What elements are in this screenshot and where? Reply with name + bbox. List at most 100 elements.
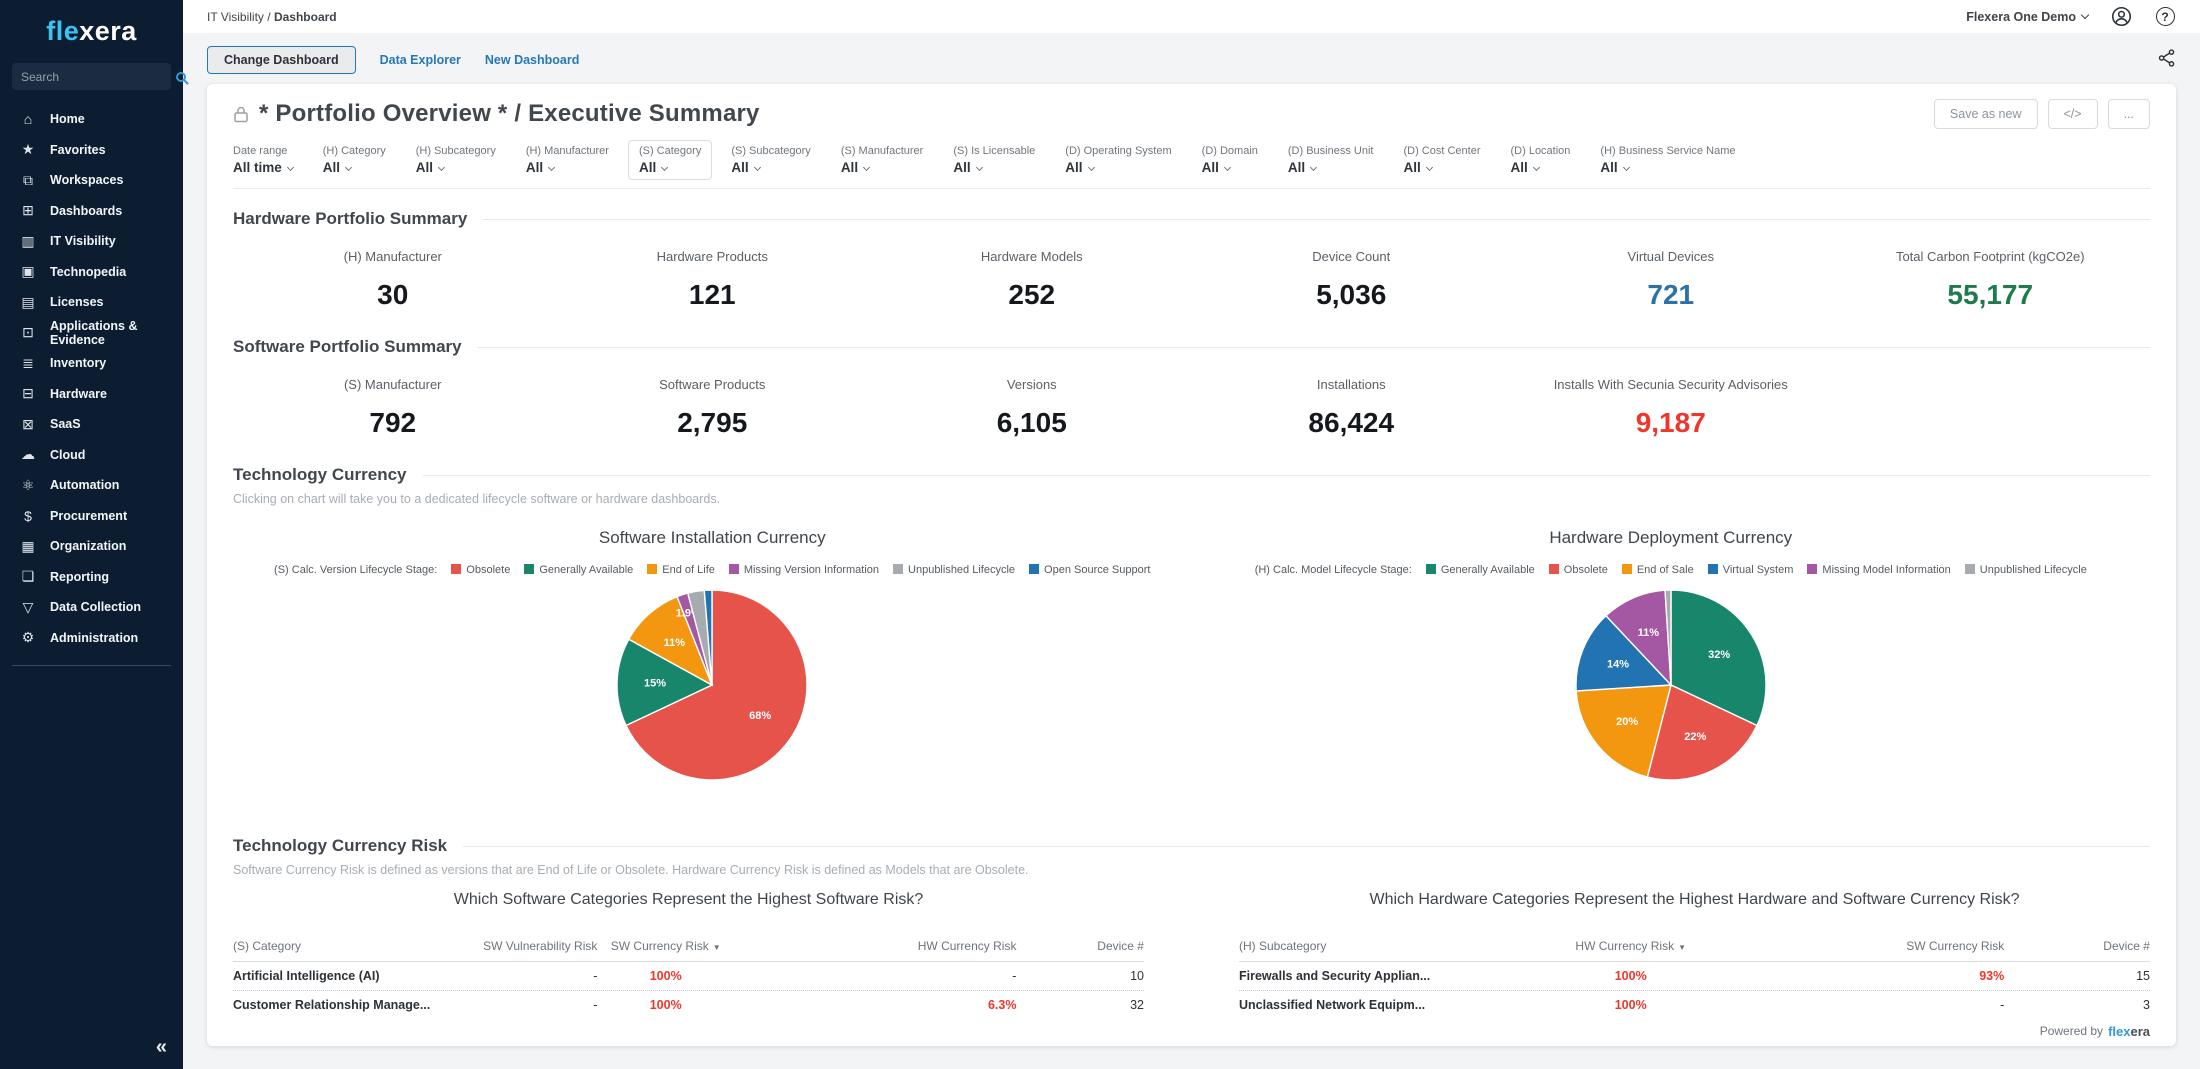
reporting-icon: ❏ bbox=[19, 568, 37, 585]
filter-date-range[interactable]: Date rangeAll time bbox=[233, 145, 293, 175]
filter-s-category[interactable]: (S) CategoryAll bbox=[628, 140, 712, 180]
stat-value: 86,424 bbox=[1192, 407, 1512, 439]
powered-by-flexera-logo: flexera bbox=[2108, 1024, 2150, 1039]
more-options-button[interactable]: ... bbox=[2108, 99, 2150, 129]
flexera-logo[interactable]: flexera bbox=[0, 0, 183, 59]
sidebar-item-label: Data Collection bbox=[50, 600, 141, 614]
organization-icon: ▦ bbox=[19, 538, 37, 555]
sidebar-item-licenses[interactable]: ▤Licenses bbox=[0, 287, 183, 318]
sidebar-item-label: Automation bbox=[50, 478, 119, 492]
column-header-s-category[interactable]: (S) Category bbox=[233, 939, 470, 953]
save-as-new-button[interactable]: Save as new bbox=[1934, 99, 2038, 129]
filter-d-operating-system[interactable]: (D) Operating SystemAll bbox=[1065, 145, 1171, 175]
sidebar-item-favorites[interactable]: ★Favorites bbox=[0, 135, 183, 166]
sidebar-item-dashboards[interactable]: ⊞Dashboards bbox=[0, 196, 183, 227]
breadcrumb-section[interactable]: IT Visibility bbox=[207, 10, 264, 24]
table-row[interactable]: Firewalls and Security Applian...100%93%… bbox=[1239, 962, 2150, 991]
legend-swatch bbox=[451, 564, 461, 574]
help-icon[interactable]: ? bbox=[2154, 6, 2176, 28]
sidebar-item-workspaces[interactable]: ⧉Workspaces bbox=[0, 165, 183, 196]
filter-h-manufacturer[interactable]: (H) ManufacturerAll bbox=[526, 145, 609, 175]
column-header-h-subcategory[interactable]: (H) Subcategory bbox=[1239, 939, 1503, 953]
data-explorer-link[interactable]: Data Explorer bbox=[380, 53, 461, 67]
chevron-down-icon bbox=[863, 164, 870, 171]
change-dashboard-button[interactable]: Change Dashboard bbox=[207, 46, 356, 74]
table-row[interactable]: Artificial Intelligence (AI)-100%-10 bbox=[233, 962, 1144, 991]
legend-item-obsolete: Obsolete bbox=[451, 564, 510, 576]
filter-d-cost-center[interactable]: (D) Cost CenterAll bbox=[1403, 145, 1480, 175]
sidebar-item-data-collection[interactable]: ▽Data Collection bbox=[0, 592, 183, 623]
automation-icon: ⚛ bbox=[19, 477, 37, 494]
filter-s-manufacturer[interactable]: (S) ManufacturerAll bbox=[841, 145, 924, 175]
sidebar-item-cloud[interactable]: ☁Cloud bbox=[0, 440, 183, 471]
sidebar-item-administration[interactable]: ⚙Administration bbox=[0, 623, 183, 654]
filter-d-business-unit[interactable]: (D) Business UnitAll bbox=[1288, 145, 1374, 175]
sidebar-item-it-visibility[interactable]: ▥IT Visibility bbox=[0, 226, 183, 257]
stat-value: 5,036 bbox=[1192, 279, 1512, 311]
column-header-sw-currency-risk[interactable]: SW Currency Risk bbox=[1758, 939, 2004, 953]
legend-item-generally-available: Generally Available bbox=[1426, 564, 1535, 576]
pie-slice-label: 14% bbox=[1607, 659, 1629, 671]
software-installation-currency-pie[interactable]: 68%15%11%1.9% bbox=[606, 582, 818, 788]
chart-title: Hardware Deployment Currency bbox=[1192, 528, 2151, 548]
stat-value: 121 bbox=[553, 279, 873, 311]
filter-s-subcategory[interactable]: (S) SubcategoryAll bbox=[731, 145, 810, 175]
row-value: - bbox=[470, 998, 598, 1012]
pie-slice-label: 15% bbox=[644, 678, 666, 690]
applications-icon: ⊡ bbox=[19, 324, 37, 341]
search-icon[interactable] bbox=[176, 72, 186, 82]
legend-swatch bbox=[1965, 564, 1975, 574]
hardware-icon: ⊟ bbox=[19, 385, 37, 402]
column-header-hw-currency-risk[interactable]: HW Currency Risk▼ bbox=[1503, 939, 1758, 953]
column-header-device[interactable]: Device # bbox=[1016, 939, 1144, 953]
sidebar-item-technopedia[interactable]: ▣Technopedia bbox=[0, 257, 183, 288]
legend-item-unpublished-lifecycle: Unpublished Lifecycle bbox=[893, 564, 1015, 576]
sidebar-item-home[interactable]: ⌂Home bbox=[0, 104, 183, 135]
filter-s-is-licensable[interactable]: (S) Is LicensableAll bbox=[953, 145, 1035, 175]
chart-title: Software Installation Currency bbox=[233, 528, 1192, 548]
pie-slice-label: 68% bbox=[749, 710, 771, 722]
sidebar-item-hardware[interactable]: ⊟Hardware bbox=[0, 379, 183, 410]
star-icon: ★ bbox=[19, 141, 37, 158]
pie-slice-label: 22% bbox=[1684, 731, 1706, 743]
chevron-down-icon bbox=[1426, 164, 1433, 171]
new-dashboard-link[interactable]: New Dashboard bbox=[485, 53, 579, 67]
sidebar-item-organization[interactable]: ▦Organization bbox=[0, 531, 183, 562]
top-bar: IT Visibility / Dashboard Flexera One De… bbox=[183, 0, 2200, 33]
chart-hardware-deployment-currency: Hardware Deployment Currency(H) Calc. Mo… bbox=[1192, 520, 2151, 812]
account-icon[interactable] bbox=[2110, 6, 2132, 28]
column-header-device[interactable]: Device # bbox=[2004, 939, 2150, 953]
row-category: Customer Relationship Manage... bbox=[233, 998, 470, 1012]
filter-h-category[interactable]: (H) CategoryAll bbox=[323, 145, 386, 175]
hardware-deployment-currency-pie[interactable]: 32%22%20%14%11% bbox=[1565, 582, 1777, 788]
filter-d-location[interactable]: (D) LocationAll bbox=[1511, 145, 1571, 175]
filter-h-subcategory[interactable]: (H) SubcategoryAll bbox=[416, 145, 496, 175]
sidebar-item-procurement[interactable]: $Procurement bbox=[0, 501, 183, 532]
sidebar-collapse-button[interactable]: « bbox=[0, 1036, 183, 1069]
legend-item-unpublished-lifecycle: Unpublished Lifecycle bbox=[1965, 564, 2087, 576]
sidebar-item-label: Cloud bbox=[50, 448, 85, 462]
sort-desc-icon: ▼ bbox=[1678, 943, 1686, 952]
chevron-down-icon bbox=[1623, 164, 1630, 171]
chevron-down-icon bbox=[345, 164, 352, 171]
filter-d-domain[interactable]: (D) DomainAll bbox=[1202, 145, 1258, 175]
sidebar-item-saas[interactable]: ⊠SaaS bbox=[0, 409, 183, 440]
sidebar-item-reporting[interactable]: ❏Reporting bbox=[0, 562, 183, 593]
column-header-sw-currency-risk[interactable]: SW Currency Risk▼ bbox=[597, 939, 734, 953]
sidebar-item-automation[interactable]: ⚛ Automation bbox=[0, 470, 183, 501]
column-header-hw-currency-risk[interactable]: HW Currency Risk bbox=[734, 939, 1016, 953]
pie-slice-label: 20% bbox=[1616, 716, 1638, 728]
share-icon[interactable] bbox=[2158, 49, 2176, 72]
org-switcher[interactable]: Flexera One Demo bbox=[1966, 10, 2088, 24]
chevron-down-icon bbox=[661, 164, 668, 171]
stat-value: 2,795 bbox=[553, 407, 873, 439]
dashboard-card: * Portfolio Overview * / Executive Summa… bbox=[207, 84, 2176, 1046]
embed-code-button[interactable]: </> bbox=[2048, 99, 2098, 129]
sidebar-search[interactable] bbox=[12, 63, 171, 90]
sidebar-item-applications-evidence[interactable]: ⊡Applications & Evidence bbox=[0, 318, 183, 349]
filter-h-business-service-name[interactable]: (H) Business Service NameAll bbox=[1600, 145, 1735, 175]
sidebar-item-inventory[interactable]: ≣Inventory bbox=[0, 348, 183, 379]
column-header-sw-vulnerability-risk[interactable]: SW Vulnerability Risk bbox=[470, 939, 598, 953]
stat-value: 30 bbox=[233, 279, 553, 311]
search-input[interactable] bbox=[21, 70, 176, 84]
